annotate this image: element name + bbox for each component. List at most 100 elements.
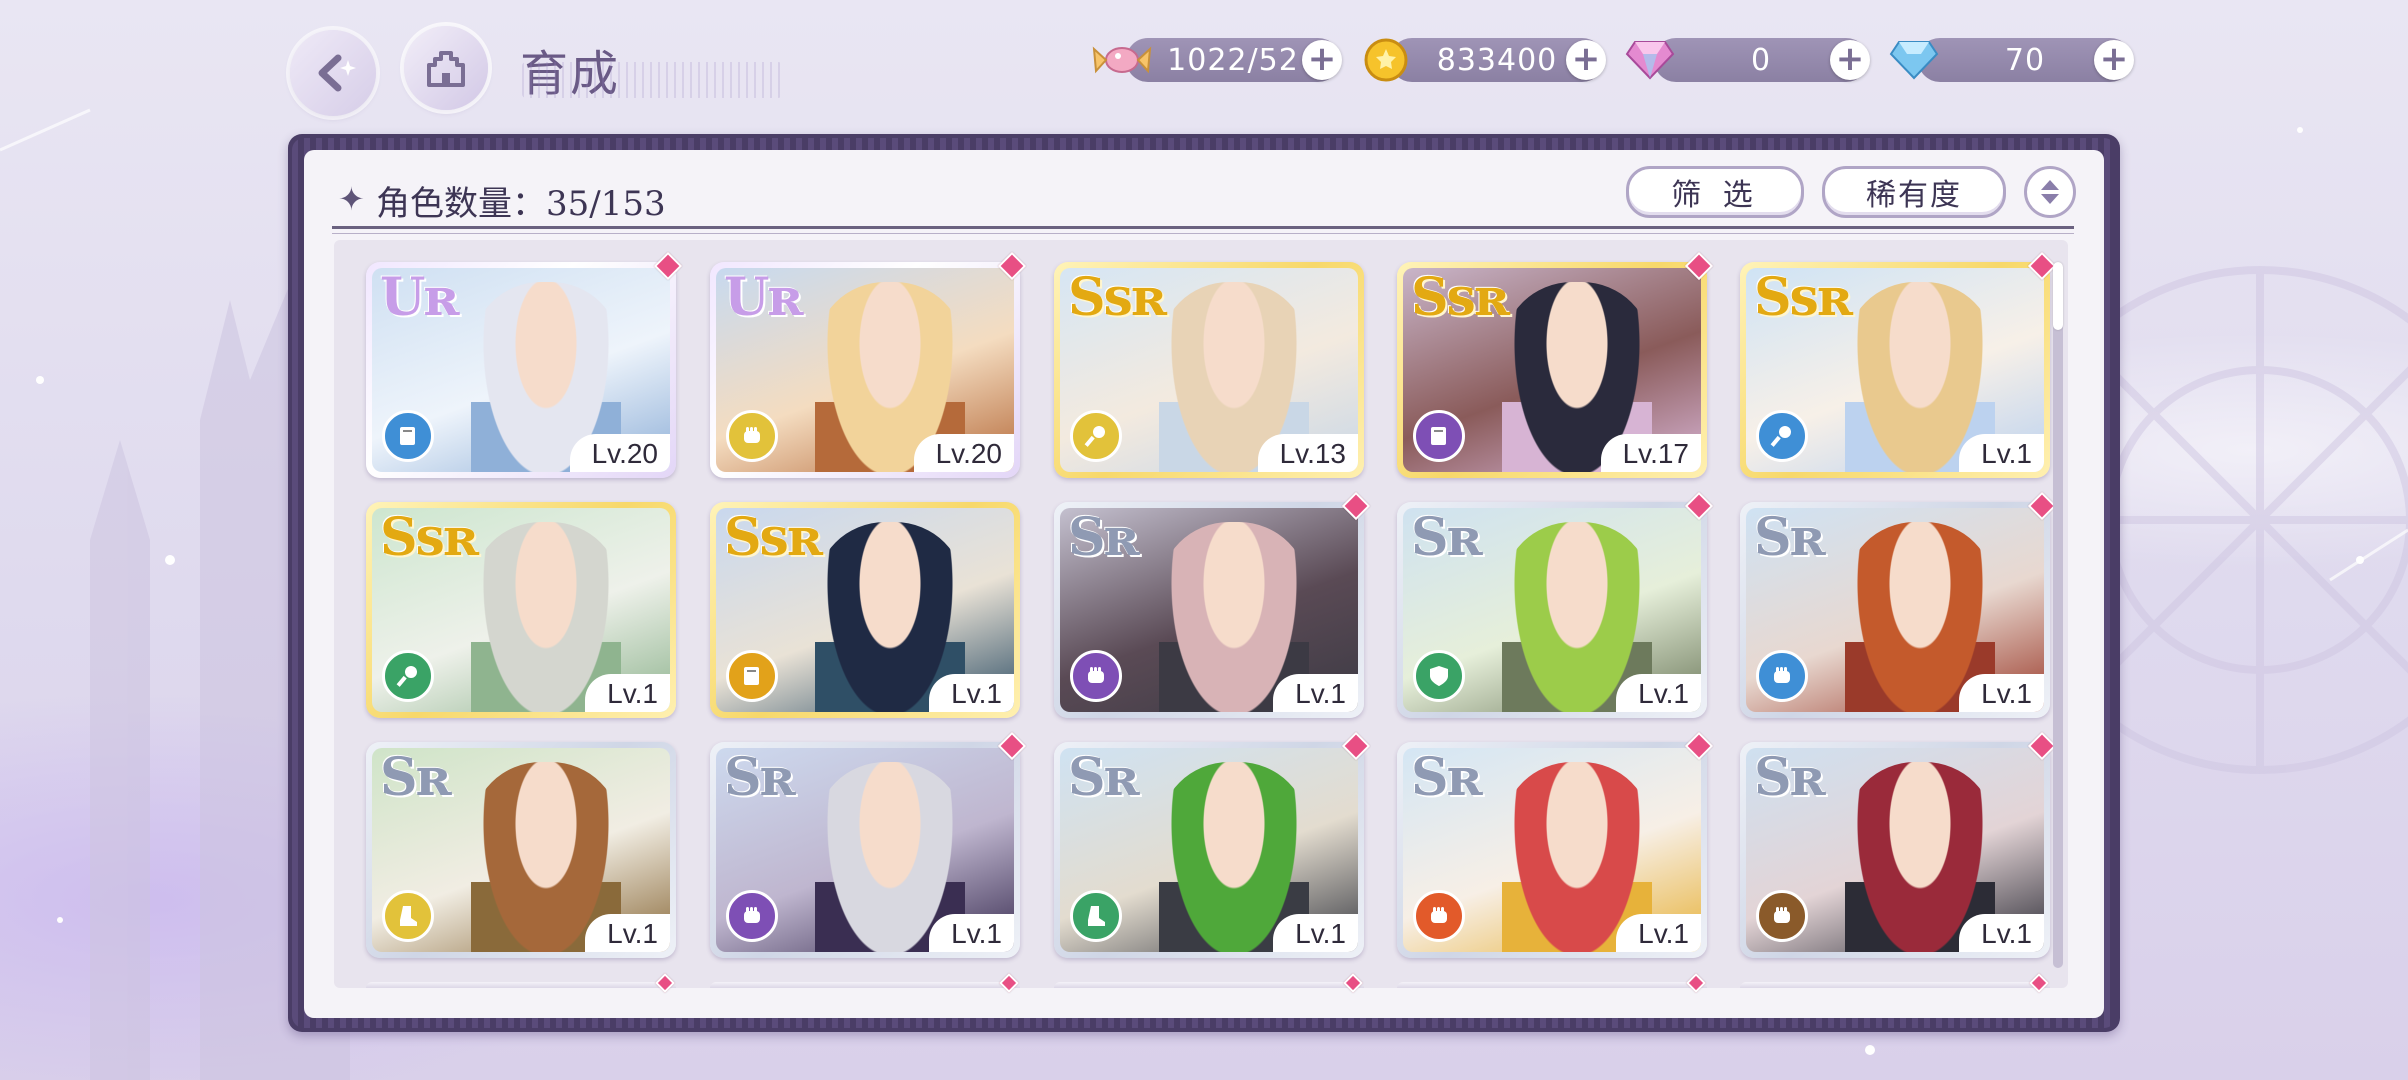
sort-order-button[interactable] (2024, 166, 2076, 218)
character-portrait: Sѕʀ Lv.1 (1746, 268, 2044, 472)
character-count: 角色数量：35/153 (376, 184, 666, 224)
character-portrait: Sѕʀ Lv.13 (1060, 268, 1358, 472)
level-label: Lv.1 (929, 914, 1014, 952)
character-card[interactable]: Sѕʀ Lv.1 (1740, 262, 2050, 478)
header-divider-thin (332, 233, 2074, 234)
character-portrait: Sʀ Lv.1 (1746, 508, 2044, 712)
back-arrow-icon (318, 54, 356, 92)
scrollbar-thumb[interactable] (2053, 262, 2063, 330)
level-label: Lv.1 (1959, 914, 2044, 952)
add-stamina-button[interactable]: + (1302, 40, 1342, 80)
character-portrait: Sʀ Lv.1 (1060, 508, 1358, 712)
rarity-label: Sʀ (1411, 508, 1483, 568)
add-free-gem-button[interactable]: + (2094, 40, 2134, 80)
fist-icon (726, 890, 778, 942)
sort-arrows-icon (2041, 180, 2059, 204)
sparkle-icon: ✦ (338, 180, 365, 218)
rarity-label: Sʀ (1754, 508, 1826, 568)
filter-button[interactable]: 筛 选 (1626, 166, 1804, 218)
level-label: Lv.1 (1959, 674, 2044, 712)
character-portrait: Sѕʀ Lv.1 (372, 508, 670, 712)
character-portrait: Uʀ Lv.20 (372, 268, 670, 472)
character-portrait: Sʀ Lv.1 (716, 748, 1014, 952)
rarity-sort-button[interactable]: 稀有度 (1822, 166, 2006, 218)
currency-paid-gem: 0 + (1625, 38, 1870, 82)
level-label: Lv.17 (1600, 434, 1701, 472)
character-card[interactable]: Sʀ Lv.1 (1397, 742, 1707, 958)
rarity-label: Sѕʀ (724, 508, 823, 568)
fist-icon (1070, 650, 1122, 702)
castle-home-icon (427, 51, 465, 87)
key-icon (1070, 410, 1122, 462)
rarity-label: Sʀ (1068, 508, 1140, 568)
level-label: Lv.13 (1257, 434, 1358, 472)
rarity-label: Uʀ (724, 268, 803, 328)
key-icon (382, 650, 434, 702)
rarity-label: Sѕʀ (1068, 268, 1167, 328)
character-portrait: Uʀ Lv.20 (716, 268, 1014, 472)
fist-icon (1413, 890, 1465, 942)
character-card[interactable]: Sʀ Lv.1 (1054, 742, 1364, 958)
title-decoration (522, 62, 782, 98)
level-label: Lv.1 (1616, 914, 1701, 952)
book-icon (382, 410, 434, 462)
character-portrait: Sʀ Lv.1 (1746, 748, 2044, 952)
shield-icon (1413, 650, 1465, 702)
character-card[interactable]: Sѕʀ Lv.17 (1397, 262, 1707, 478)
gold-coin-icon (1356, 30, 1416, 90)
level-label: Lv.1 (1273, 914, 1358, 952)
fist-icon (1756, 890, 1808, 942)
character-portrait: Sѕʀ Lv.1 (716, 508, 1014, 712)
rarity-label: Sѕʀ (1411, 268, 1510, 328)
level-label: Lv.1 (585, 674, 670, 712)
character-card[interactable]: Sʀ Lv.1 (366, 742, 676, 958)
character-card-partial[interactable] (366, 982, 676, 988)
scrollbar-track[interactable] (2053, 262, 2063, 968)
level-label: Lv.1 (1616, 674, 1701, 712)
level-label: Lv.20 (913, 434, 1014, 472)
rarity-label: Sѕʀ (380, 508, 479, 568)
character-card-partial[interactable] (1054, 982, 1364, 988)
back-button[interactable] (290, 30, 376, 116)
character-portrait: Sʀ Lv.1 (372, 748, 670, 952)
level-label: Lv.20 (569, 434, 670, 472)
level-label: Lv.1 (929, 674, 1014, 712)
currency-gold: 833400 + (1364, 38, 1606, 82)
character-card[interactable]: Sʀ Lv.1 (1397, 502, 1707, 718)
header-divider (332, 226, 2074, 229)
character-card[interactable]: Sѕʀ Lv.13 (1054, 262, 1364, 478)
character-card-partial[interactable] (1397, 982, 1707, 988)
home-button[interactable] (404, 26, 488, 110)
rarity-label: Sʀ (1068, 748, 1140, 808)
character-card[interactable]: Sʀ Lv.1 (1740, 502, 2050, 718)
character-card[interactable]: Sѕʀ Lv.1 (710, 502, 1020, 718)
character-portrait: Sʀ Lv.1 (1060, 748, 1358, 952)
character-card[interactable]: Uʀ Lv.20 (710, 262, 1020, 478)
character-card-partial[interactable] (1740, 982, 2050, 988)
rarity-label: Sʀ (380, 748, 452, 808)
add-gold-button[interactable]: + (1566, 40, 1606, 80)
currency-free-gem: 70 + (1889, 38, 2134, 82)
character-card[interactable]: Sʀ Lv.1 (1740, 742, 2050, 958)
level-label: Lv.1 (585, 914, 670, 952)
boot-icon (382, 890, 434, 942)
pink-diamond-icon (1620, 30, 1680, 90)
character-card[interactable]: Sʀ Lv.1 (710, 742, 1020, 958)
book-icon (726, 650, 778, 702)
key-icon (1756, 410, 1808, 462)
character-card-partial[interactable] (710, 982, 1020, 988)
rarity-label: Uʀ (380, 268, 459, 328)
character-portrait: Sʀ Lv.1 (1403, 748, 1701, 952)
character-portrait: Sʀ Lv.1 (1403, 508, 1701, 712)
character-portrait: Sѕʀ Lv.17 (1403, 268, 1701, 472)
rarity-label: Sʀ (1754, 748, 1826, 808)
rarity-label: Sʀ (1411, 748, 1483, 808)
rarity-label: Sѕʀ (1754, 268, 1853, 328)
character-card[interactable]: Uʀ Lv.20 (366, 262, 676, 478)
character-card[interactable]: Sʀ Lv.1 (1054, 502, 1364, 718)
level-label: Lv.1 (1273, 674, 1358, 712)
fist-icon (1756, 650, 1808, 702)
level-label: Lv.1 (1959, 434, 2044, 472)
add-paid-gem-button[interactable]: + (1830, 40, 1870, 80)
character-card[interactable]: Sѕʀ Lv.1 (366, 502, 676, 718)
